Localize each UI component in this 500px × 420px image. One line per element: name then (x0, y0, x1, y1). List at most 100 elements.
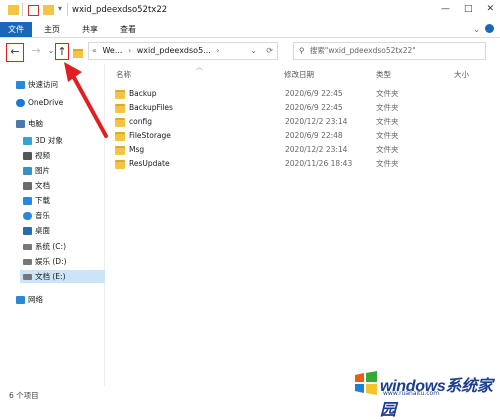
star-icon (16, 81, 25, 89)
folder-icon (8, 5, 19, 15)
sidebar-item-label: 网络 (28, 295, 43, 304)
search-box[interactable]: ⚲ 搜索"wxid_pdeexdso52tx22" (293, 42, 486, 60)
list-item[interactable]: FileStorage 2020/6/9 22:48 文件夹 (115, 129, 475, 142)
annotation-arrow (64, 62, 108, 138)
sidebar-item-label: 桌面 (35, 226, 50, 235)
file-type: 文件夹 (376, 103, 399, 112)
list-item[interactable]: BackupFiles 2020/6/9 22:45 文件夹 (115, 101, 475, 114)
sidebar-item-music[interactable]: 音乐 (23, 209, 50, 222)
tab-file[interactable]: 文件 (0, 22, 32, 37)
expand-ribbon-icon[interactable]: ⌄ (473, 25, 480, 34)
minimize-button[interactable]: — (441, 4, 450, 14)
cloud-icon (16, 99, 25, 107)
sidebar-item-drive-c[interactable]: 系统 (C:) (23, 240, 66, 253)
download-icon (23, 197, 32, 205)
file-name: BackupFiles (129, 103, 173, 112)
sort-up-icon: ︿ (196, 63, 203, 71)
folder-icon (115, 103, 125, 113)
folder-icon (115, 159, 125, 169)
sidebar-item-this-pc[interactable]: 电脑 (16, 117, 43, 130)
properties-icon[interactable] (28, 5, 39, 16)
network-icon (16, 296, 25, 304)
folder-icon (115, 131, 125, 141)
sidebar-item-label: 音乐 (35, 211, 50, 220)
sidebar-item-label: 系统 (C:) (35, 242, 66, 251)
video-icon (23, 152, 32, 160)
file-name: FileStorage (129, 131, 171, 140)
back-button[interactable]: ← (6, 43, 24, 62)
computer-icon (16, 120, 25, 128)
tab-share[interactable]: 共享 (74, 22, 106, 37)
sidebar-item-pictures[interactable]: 图片 (23, 164, 50, 177)
folder-icon (115, 145, 125, 155)
list-item[interactable]: ResUpdate 2020/11/26 18:43 文件夹 (115, 157, 475, 170)
sidebar-item-quick-access[interactable]: 快速访问 (16, 78, 58, 91)
sidebar-item-downloads[interactable]: 下载 (23, 194, 50, 207)
column-headers: ︿ 名称 修改日期 类型 大小 (108, 63, 500, 82)
file-name: Msg (129, 145, 145, 154)
sidebar-item-drive-e[interactable]: 文档 (E:) (20, 270, 105, 283)
tab-home[interactable]: 主页 (36, 22, 68, 37)
desktop-icon (23, 227, 32, 235)
chevron-right-icon[interactable]: › (128, 46, 131, 55)
picture-icon (23, 167, 32, 175)
file-date: 2020/6/9 22:48 (285, 131, 343, 140)
sidebar-item-label: 快速访问 (28, 80, 58, 89)
sidebar-item-label: OneDrive (28, 98, 64, 107)
file-date: 2020/11/26 18:43 (285, 159, 353, 168)
close-button[interactable]: ✕ (486, 4, 494, 14)
address-bar[interactable]: « We... › wxid_pdeexdso5... › ⌄ ⟳ (88, 42, 278, 60)
chevron-right-icon[interactable]: › (216, 46, 219, 55)
sidebar-item-onedrive[interactable]: OneDrive (16, 96, 63, 109)
new-folder-icon[interactable] (43, 5, 54, 15)
help-icon[interactable] (485, 24, 494, 33)
list-item[interactable]: config 2020/12/2 23:14 文件夹 (115, 115, 475, 128)
sidebar-item-label: 下载 (35, 196, 50, 205)
watermark-url: www.ruanaitu.com (383, 390, 440, 397)
sidebar-item-documents[interactable]: 文档 (23, 179, 50, 192)
column-header-size[interactable]: 大小 (454, 69, 469, 80)
drive-icon (23, 274, 32, 280)
file-date: 2020/12/2 23:14 (285, 117, 348, 126)
sidebar-item-videos[interactable]: 视频 (23, 149, 50, 162)
file-date: 2020/6/9 22:45 (285, 103, 343, 112)
file-type: 文件夹 (376, 159, 399, 168)
breadcrumb-part[interactable]: We... (102, 46, 122, 55)
ribbon-tabs: 文件 主页 共享 查看 ⌄ (0, 22, 500, 38)
file-name: config (129, 117, 152, 126)
folder-icon (115, 89, 125, 99)
tab-view[interactable]: 查看 (112, 22, 144, 37)
sidebar-item-label: 图片 (35, 166, 50, 175)
sidebar-item-drive-d[interactable]: 娱乐 (D:) (23, 255, 67, 268)
up-button[interactable]: ↑ (55, 43, 69, 60)
column-header-type[interactable]: 类型 (376, 69, 391, 80)
sidebar-item-label: 3D 对象 (35, 136, 63, 145)
document-icon (23, 182, 32, 190)
music-icon (23, 212, 32, 220)
breadcrumb-part[interactable]: wxid_pdeexdso5... (137, 46, 211, 55)
file-name: Backup (129, 89, 157, 98)
sidebar-item-network[interactable]: 网络 (16, 293, 43, 306)
address-dropdown-icon[interactable]: ⌄ (250, 43, 257, 59)
window-title: wxid_pdeexdso52tx22 (72, 5, 168, 15)
maximize-button[interactable]: □ (464, 4, 473, 14)
column-header-date[interactable]: 修改日期 (284, 69, 314, 80)
address-overflow-icon[interactable]: « (92, 46, 97, 55)
folder-icon (73, 49, 83, 58)
refresh-button[interactable]: ⟳ (266, 43, 273, 59)
quick-access-dropdown-icon[interactable]: ▾ (58, 4, 62, 13)
search-input[interactable]: 搜索"wxid_pdeexdso52tx22" (310, 46, 416, 55)
list-item[interactable]: Msg 2020/12/2 23:14 文件夹 (115, 143, 475, 156)
sidebar-item-label: 文档 (35, 181, 50, 190)
drive-icon (23, 259, 32, 265)
sidebar-item-desktop[interactable]: 桌面 (23, 224, 50, 237)
column-header-name[interactable]: 名称 (116, 69, 131, 80)
window-controls: — □ ✕ (441, 4, 494, 14)
file-date: 2020/12/2 23:14 (285, 145, 348, 154)
sidebar-item-3d-objects[interactable]: 3D 对象 (23, 134, 63, 147)
file-type: 文件夹 (376, 89, 399, 98)
list-item[interactable]: Backup 2020/6/9 22:45 文件夹 (115, 87, 475, 100)
search-icon: ⚲ (299, 46, 305, 55)
divider (22, 3, 23, 16)
file-type: 文件夹 (376, 145, 399, 154)
